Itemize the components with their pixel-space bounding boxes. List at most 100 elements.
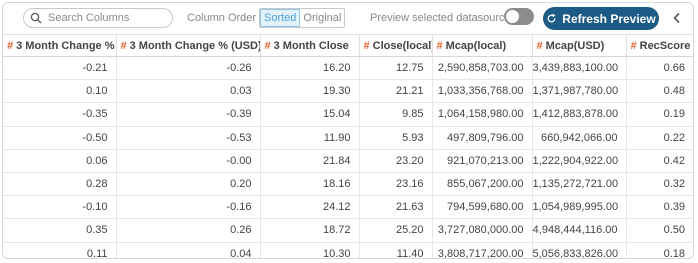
numeric-type-icon: # — [630, 39, 637, 52]
table-cell: -0.21 — [3, 56, 117, 81]
table-cell: 0.06 — [3, 149, 117, 173]
table-cell: 0.20 — [116, 172, 261, 197]
column-header[interactable]: # Mcap(USD) — [532, 34, 627, 57]
table-cell: 3,808,717,200.00 — [432, 242, 533, 258]
table-cell: 660,942,066.00 — [532, 126, 627, 150]
numeric-type-icon: # — [120, 39, 127, 52]
column-order-toggle: Sorted Original — [259, 8, 346, 28]
search-icon — [30, 12, 42, 24]
search-box[interactable] — [23, 8, 173, 28]
table-cell: 21.21 — [359, 79, 433, 104]
toggle-knob — [506, 10, 519, 23]
table-cell: 0.50 — [626, 218, 693, 243]
column-header-label: Close(local) — [372, 39, 432, 52]
column-header-label: 3 Month Change % — [16, 39, 115, 52]
preview-table: #3 Month Change % #3 Month Change % (USD)… — [3, 34, 693, 258]
table-cell: 21.63 — [359, 195, 433, 220]
table-cell: 5.93 — [359, 126, 433, 150]
table-cell: 0.66 — [626, 56, 693, 81]
column-header-label: RecScore — [639, 39, 691, 52]
table-cell: 3,439,883,100.00 — [532, 56, 627, 81]
numeric-type-icon: # — [536, 39, 543, 52]
table-row: 0.06 -0.00 21.84 23.20 921,070,213.00 1,222,9… — [3, 149, 693, 173]
table-cell: 1,054,989,995.00 — [532, 195, 627, 220]
table-cell: 1,064,158,980.00 — [432, 102, 533, 127]
table-cell: 16.20 — [260, 56, 360, 81]
table-cell: 23.16 — [359, 172, 433, 197]
table-cell: 11.90 — [260, 126, 360, 150]
column-header-label: Mcap(USD) — [545, 39, 605, 52]
table-cell: 0.39 — [626, 195, 693, 220]
table-cell: 794,599,680.00 — [432, 195, 533, 220]
table-cell: 23.20 — [359, 149, 433, 173]
datasource-preview-panel: Column Order Sorted Original Preview sel… — [2, 2, 694, 259]
table-cell: 1,371,987,780.00 — [532, 79, 627, 104]
column-header[interactable]: # RecScore — [626, 34, 693, 57]
column-header[interactable]: # Close(local) — [359, 34, 433, 57]
column-header[interactable]: #3 Month Close — [260, 34, 360, 57]
table-cell: 5,056,833,826.00 — [532, 242, 627, 258]
table-row: 0.35 0.26 18.72 25.20 3,727,080,000.00 4,948,… — [3, 218, 693, 243]
table-cell: 24.12 — [260, 195, 360, 220]
table-cell: 2,590,858,703.00 — [432, 56, 533, 81]
refresh-preview-label: Refresh Preview — [562, 11, 656, 26]
table-cell: 15.04 — [260, 102, 360, 127]
table-cell: 0.18 — [626, 242, 693, 258]
table-cell: -0.10 — [3, 195, 117, 220]
refresh-preview-button[interactable]: Refresh Preview — [543, 7, 659, 30]
preview-datasource-label: Preview selected datasource — [370, 12, 511, 24]
table-cell: 25.20 — [359, 218, 433, 243]
table-cell: 0.11 — [3, 242, 117, 258]
table-cell: -0.00 — [116, 149, 261, 173]
column-header-label: 3 Month Close — [273, 39, 349, 52]
table-cell: 0.19 — [626, 102, 693, 127]
table-row: 0.11 0.04 10.30 11.40 3,808,717,200.00 5,056,… — [3, 242, 693, 258]
table-cell: 10.30 — [260, 242, 360, 258]
table-cell: -0.26 — [116, 56, 261, 81]
numeric-type-icon: # — [363, 39, 370, 52]
preview-datasource-toggle[interactable] — [504, 8, 534, 25]
table-row: 0.10 0.03 19.30 21.21 1,033,356,768.00 1,371,… — [3, 79, 693, 104]
table-cell: 0.03 — [116, 79, 261, 104]
sorted-option[interactable]: Sorted — [260, 9, 301, 27]
table-cell: 497,809,796.00 — [432, 126, 533, 150]
table-cell: 855,067,200.00 — [432, 172, 533, 197]
table-body: -0.21 -0.26 16.20 12.75 2,590,858,703.00 3,43… — [3, 56, 693, 258]
table-cell: 4,948,444,116.00 — [532, 218, 627, 243]
table-cell: 0.48 — [626, 79, 693, 104]
column-header-label: Mcap(local) — [445, 39, 507, 52]
table-cell: 0.42 — [626, 149, 693, 173]
table-cell: 11.40 — [359, 242, 433, 258]
table-header-row: #3 Month Change % #3 Month Change % (USD)… — [3, 34, 693, 57]
refresh-icon — [547, 13, 556, 23]
column-order-label: Column Order — [187, 12, 257, 24]
column-header-label: 3 Month Change % (USD) — [129, 39, 260, 52]
table-cell: 18.16 — [260, 172, 360, 197]
table-cell: -0.35 — [3, 102, 117, 127]
table-cell: 3,727,080,000.00 — [432, 218, 533, 243]
column-header[interactable]: #3 Month Change % — [3, 34, 117, 57]
table-row: 0.28 0.20 18.16 23.16 855,067,200.00 1,135,27… — [3, 172, 693, 197]
table-cell: 1,222,904,922.00 — [532, 149, 627, 173]
table-cell: 0.22 — [626, 126, 693, 150]
table-cell: 19.30 — [260, 79, 360, 104]
table-cell: 0.26 — [116, 218, 261, 243]
numeric-type-icon: # — [264, 39, 271, 52]
column-header[interactable]: #3 Month Change % (USD) — [116, 34, 261, 57]
table-cell: 0.10 — [3, 79, 117, 104]
table-cell: 1,412,883,878.00 — [532, 102, 627, 127]
table-cell: 9.85 — [359, 102, 433, 127]
table-cell: 21.84 — [260, 149, 360, 173]
table-row: -0.50 -0.53 11.90 5.93 497,809,796.00 660,942… — [3, 126, 693, 150]
table-cell: -0.53 — [116, 126, 261, 150]
table-cell: 921,070,213.00 — [432, 149, 533, 173]
chevron-left-icon[interactable] — [670, 11, 684, 25]
toolbar: Column Order Sorted Original Preview sel… — [3, 3, 693, 33]
search-input[interactable] — [48, 12, 168, 24]
numeric-type-icon: # — [7, 39, 14, 52]
original-option[interactable]: Original — [300, 9, 344, 27]
table-row: -0.21 -0.26 16.20 12.75 2,590,858,703.00 3,43… — [3, 56, 693, 81]
table-cell: 12.75 — [359, 56, 433, 81]
table-cell: -0.39 — [116, 102, 261, 127]
column-header[interactable]: # Mcap(local) — [432, 34, 533, 57]
